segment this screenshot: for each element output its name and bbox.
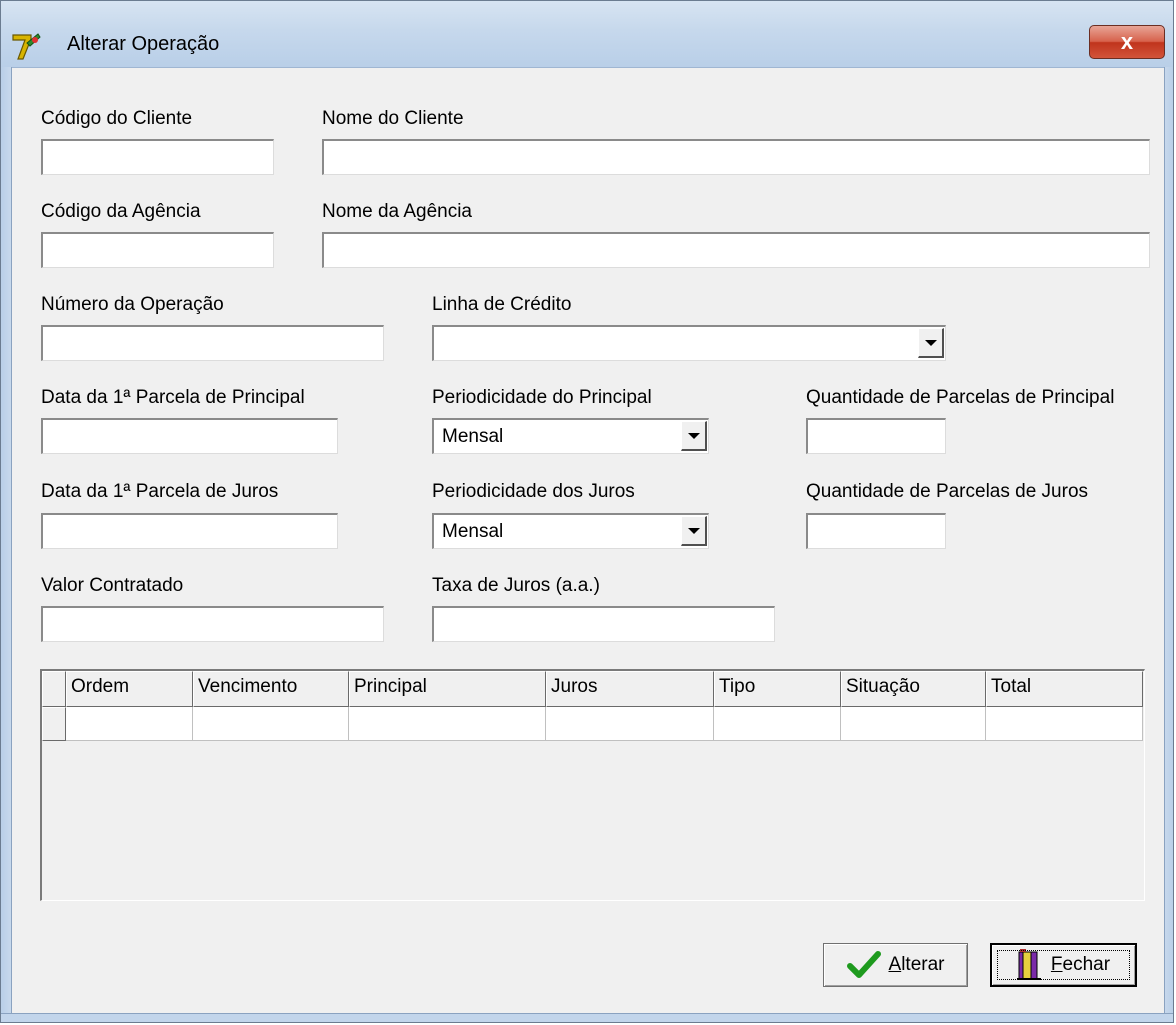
periodicidade-principal-label: Periodicidade do Principal [432, 387, 652, 408]
column-header-ordem[interactable]: Ordem [66, 671, 193, 707]
window-frame-right [1164, 67, 1173, 1022]
alterar-button-label: Alterar [888, 954, 945, 975]
fechar-button-label: Fechar [1050, 954, 1111, 975]
cell-juros[interactable] [546, 707, 714, 741]
column-header-situacao[interactable]: Situação [841, 671, 986, 707]
codigo-cliente-input[interactable] [41, 139, 274, 175]
qtd-parcelas-principal-input[interactable] [806, 418, 946, 454]
codigo-agencia-label: Código da Agência [41, 201, 201, 222]
data-parcela-principal-label: Data da 1ª Parcela de Principal [41, 387, 305, 408]
column-header-juros[interactable]: Juros [546, 671, 714, 707]
cell-total[interactable] [986, 707, 1143, 741]
cell-vencimento[interactable] [193, 707, 349, 741]
chevron-down-icon [924, 339, 937, 346]
column-header-tipo[interactable]: Tipo [714, 671, 841, 707]
window-frame-left [1, 67, 12, 1022]
grid-header-row: Ordem Vencimento Principal Juros Tipo Si… [42, 671, 1143, 707]
linha-credito-dropdown-button[interactable] [918, 328, 944, 358]
close-button[interactable]: x [1089, 25, 1165, 59]
periodicidade-principal-dropdown-button[interactable] [681, 421, 707, 451]
periodicidade-juros-dropdown-button[interactable] [681, 516, 707, 546]
parcelas-grid[interactable]: Ordem Vencimento Principal Juros Tipo Si… [40, 669, 1145, 901]
data-parcela-juros-label: Data da 1ª Parcela de Juros [41, 481, 279, 502]
nome-agencia-label: Nome da Agência [322, 201, 472, 222]
door-exit-icon [1016, 949, 1041, 980]
cell-principal[interactable] [349, 707, 546, 741]
row-indicator[interactable] [42, 707, 66, 741]
linha-credito-label: Linha de Crédito [432, 294, 572, 315]
nome-cliente-label: Nome do Cliente [322, 108, 464, 129]
grid-body: Ordem Vencimento Principal Juros Tipo Si… [42, 671, 1144, 900]
data-parcela-principal-input[interactable] [41, 418, 338, 454]
nome-cliente-input[interactable] [322, 139, 1150, 175]
qtd-parcelas-juros-label: Quantidade de Parcelas de Juros [806, 481, 1089, 502]
numero-operacao-label: Número da Operação [41, 294, 224, 315]
cell-ordem[interactable] [66, 707, 193, 741]
qtd-parcelas-principal-label: Quantidade de Parcelas de Principal [806, 387, 1115, 408]
qtd-parcelas-juros-input[interactable] [806, 513, 946, 549]
title-bar[interactable]: Alterar Operação x [1, 1, 1173, 68]
chevron-down-icon [687, 527, 700, 534]
table-row[interactable] [42, 707, 1143, 741]
codigo-agencia-input[interactable] [41, 232, 274, 268]
window-title: Alterar Operação [67, 33, 220, 55]
close-icon: x [1120, 29, 1134, 54]
window-frame-bottom [1, 1013, 1173, 1022]
cell-tipo[interactable] [714, 707, 841, 741]
periodicidade-principal-value: Mensal [442, 425, 504, 447]
linha-credito-select[interactable] [432, 325, 946, 361]
periodicidade-juros-select[interactable]: Mensal [432, 513, 709, 549]
column-header-vencimento[interactable]: Vencimento [193, 671, 349, 707]
periodicidade-principal-select[interactable]: Mensal [432, 418, 709, 454]
column-header-total[interactable]: Total [986, 671, 1143, 707]
checkmark-icon [846, 951, 881, 978]
taxa-juros-input[interactable] [432, 606, 775, 642]
periodicidade-juros-value: Mensal [442, 520, 504, 542]
nome-agencia-input[interactable] [322, 232, 1150, 268]
data-parcela-juros-input[interactable] [41, 513, 338, 549]
periodicidade-juros-label: Periodicidade dos Juros [432, 481, 635, 502]
valor-contratado-label: Valor Contratado [41, 575, 184, 596]
chevron-down-icon [687, 432, 700, 439]
column-header-principal[interactable]: Principal [349, 671, 546, 707]
codigo-cliente-label: Código do Cliente [41, 108, 193, 129]
fechar-button[interactable]: Fechar [990, 943, 1137, 987]
cell-situacao[interactable] [841, 707, 986, 741]
alterar-button[interactable]: Alterar [823, 943, 968, 987]
numero-operacao-input[interactable] [41, 325, 384, 361]
taxa-juros-label: Taxa de Juros (a.a.) [432, 575, 600, 596]
grid-corner-cell [42, 671, 66, 707]
valor-contratado-input[interactable] [41, 606, 384, 642]
app-icon [12, 33, 41, 60]
